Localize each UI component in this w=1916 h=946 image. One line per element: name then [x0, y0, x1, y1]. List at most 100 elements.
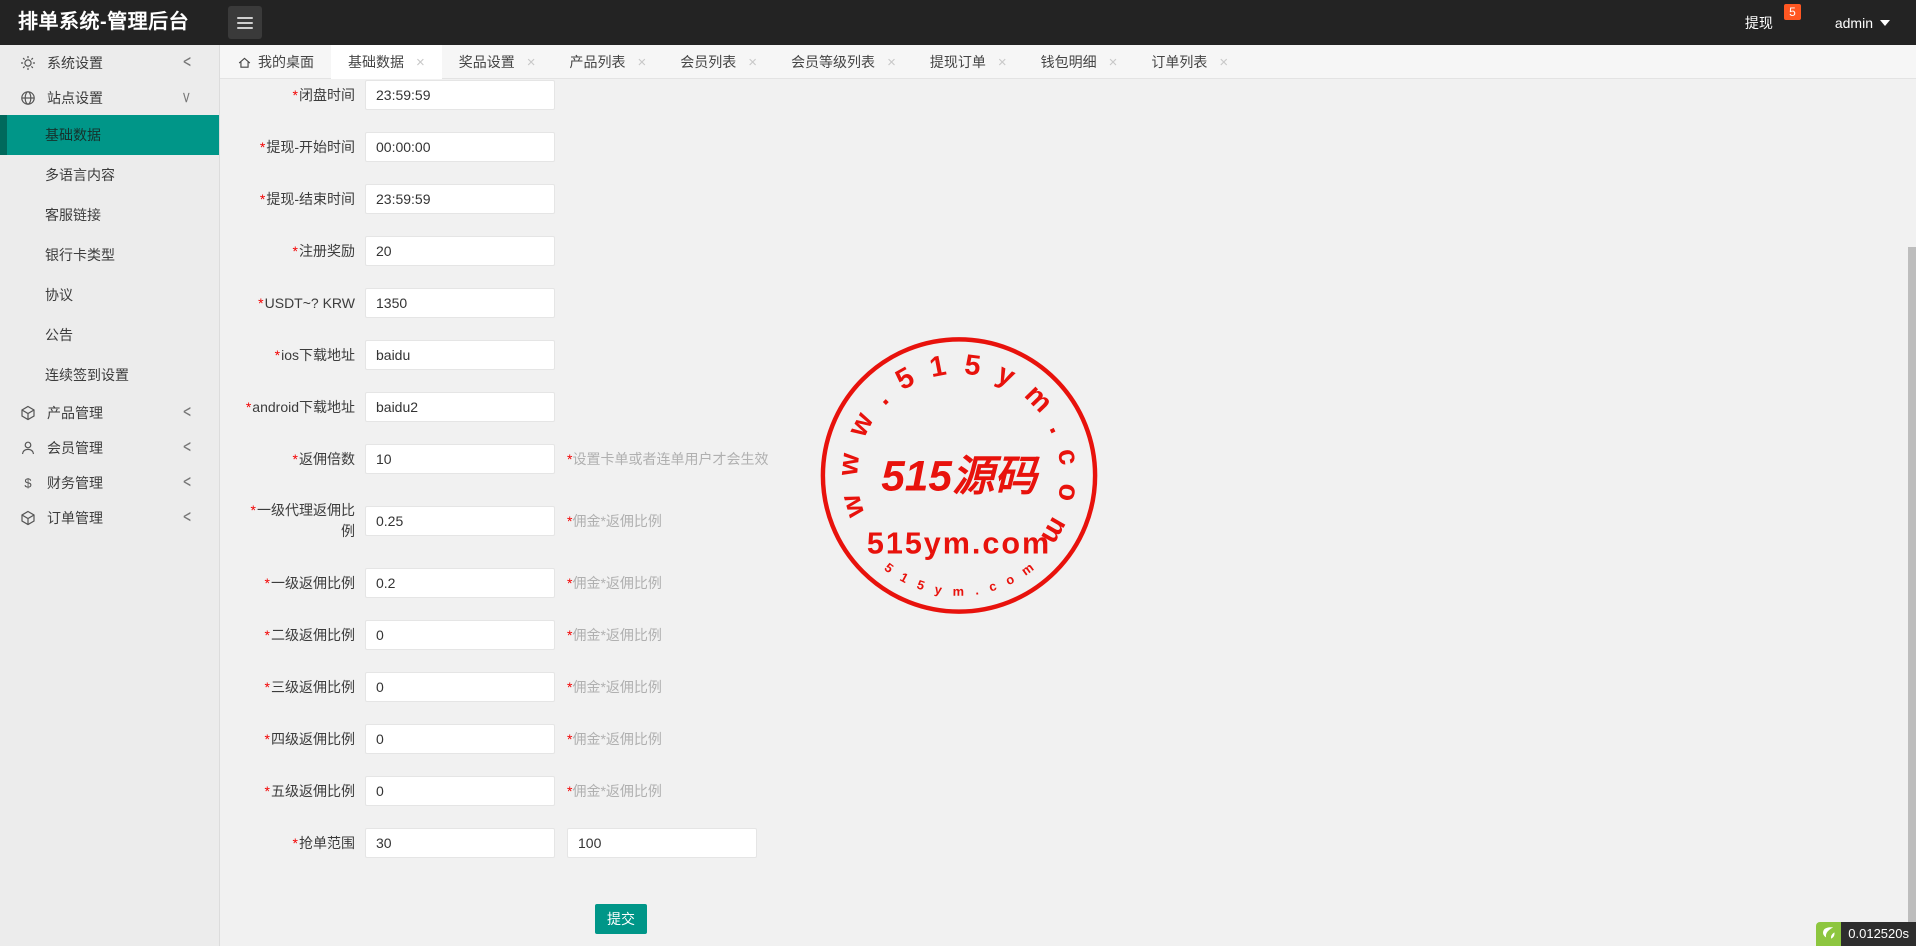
- required-asterisk: *: [265, 679, 270, 695]
- form-row: *一级代理返佣比例*佣金*返佣比例: [220, 496, 1916, 546]
- close-tab-icon[interactable]: ×: [416, 55, 425, 70]
- tab-my-desktop[interactable]: 我的桌面: [220, 45, 331, 79]
- home-icon: [237, 55, 252, 70]
- field-label: *一级代理返佣比例: [230, 500, 355, 542]
- close-tab-icon[interactable]: ×: [1109, 55, 1118, 70]
- close-tab-icon[interactable]: ×: [527, 55, 536, 70]
- text-input-9[interactable]: [365, 568, 555, 598]
- sidebar-subitem-signin-settings[interactable]: 连续签到设置: [0, 355, 219, 395]
- dollar-icon: $: [20, 475, 36, 491]
- gear-icon: [20, 55, 36, 71]
- required-asterisk: *: [293, 87, 298, 103]
- sidebar-subitem-service-link[interactable]: 客服链接: [0, 195, 219, 235]
- form-row: *三级返佣比例*佣金*返佣比例: [220, 672, 1916, 702]
- sidebar-item-system-settings[interactable]: 系统设置 <: [0, 45, 219, 80]
- text-input-6[interactable]: [365, 392, 555, 422]
- tab-member-list[interactable]: 会员列表×: [663, 45, 774, 79]
- field-label: *一级返佣比例: [230, 573, 355, 594]
- required-asterisk: *: [293, 835, 298, 851]
- form-row: *抢单范围: [220, 828, 1916, 858]
- sidebar-item-label: 订单管理: [47, 508, 103, 528]
- tab-product-list[interactable]: 产品列表×: [553, 45, 664, 79]
- chevron-left-icon: <: [183, 507, 191, 528]
- user-icon: [20, 440, 36, 456]
- sidebar-toggle-button[interactable]: [228, 6, 262, 39]
- hamburger-icon: [237, 17, 253, 19]
- tab-order-list[interactable]: 订单列表×: [1134, 45, 1245, 79]
- chevron-down-icon: <: [180, 92, 195, 103]
- withdraw-badge: 5: [1784, 4, 1801, 20]
- status-bar: 0.012520s: [1816, 922, 1916, 946]
- form-row: *提现-结束时间: [220, 184, 1916, 214]
- text-input-5[interactable]: [365, 340, 555, 370]
- sidebar-subitem-basic-data[interactable]: 基础数据: [0, 115, 219, 155]
- text-input-12[interactable]: [365, 724, 555, 754]
- text-input-14b[interactable]: [567, 828, 757, 858]
- sidebar-item-member-management[interactable]: 会员管理<: [0, 430, 219, 465]
- tab-label: 我的桌面: [258, 52, 314, 72]
- chevron-left-icon: <: [183, 402, 191, 423]
- form-row: *闭盘时间: [220, 80, 1916, 110]
- sidebar-subitem-announcement[interactable]: 公告: [0, 315, 219, 355]
- field-label: *闭盘时间: [230, 85, 355, 106]
- sidebar: 系统设置<站点设置<基础数据多语言内容客服链接银行卡类型协议公告连续签到设置产品…: [0, 45, 220, 946]
- text-input-0[interactable]: [365, 80, 555, 110]
- withdraw-label: 提现: [1745, 15, 1773, 31]
- header-right: 提现 5 admin: [1745, 0, 1890, 45]
- text-input-3[interactable]: [365, 236, 555, 266]
- text-input-14[interactable]: [365, 828, 555, 858]
- tab-member-level-list[interactable]: 会员等级列表×: [774, 45, 913, 79]
- tab-prize-settings[interactable]: 奖品设置×: [442, 45, 553, 79]
- sidebar-subitem-agreement[interactable]: 协议: [0, 275, 219, 315]
- form-row: *一级返佣比例*佣金*返佣比例: [220, 568, 1916, 598]
- sidebar-subitem-bank-card-type[interactable]: 银行卡类型: [0, 235, 219, 275]
- vertical-scrollbar[interactable]: [1908, 45, 1916, 946]
- scrollbar-thumb[interactable]: [1908, 247, 1916, 922]
- text-input-10[interactable]: [365, 620, 555, 650]
- required-asterisk: *: [265, 575, 270, 591]
- text-input-13[interactable]: [365, 776, 555, 806]
- tab-bar: 我的桌面基础数据×奖品设置×产品列表×会员列表×会员等级列表×提现订单×钱包明细…: [220, 45, 1916, 79]
- user-menu[interactable]: admin: [1835, 15, 1890, 31]
- text-input-4[interactable]: [365, 288, 555, 318]
- text-input-2[interactable]: [365, 184, 555, 214]
- close-tab-icon[interactable]: ×: [1219, 55, 1228, 70]
- form-row: *提现-开始时间: [220, 132, 1916, 162]
- sidebar-item-product-management[interactable]: 产品管理<: [0, 395, 219, 430]
- submenu-site-settings: 基础数据多语言内容客服链接银行卡类型协议公告连续签到设置: [0, 115, 219, 395]
- sidebar-item-finance-management[interactable]: $财务管理<: [0, 465, 219, 500]
- tab-wallet-detail[interactable]: 钱包明细 ×: [1024, 45, 1135, 79]
- chevron-left-icon: <: [183, 437, 191, 458]
- submit-button[interactable]: 提交: [595, 904, 647, 934]
- globe-icon: [20, 90, 36, 106]
- required-asterisk: *: [265, 731, 270, 747]
- load-time-label: 0.012520s: [1841, 922, 1916, 946]
- text-input-1[interactable]: [365, 132, 555, 162]
- field-hint: *佣金*返佣比例: [567, 781, 662, 801]
- close-tab-icon[interactable]: ×: [998, 55, 1007, 70]
- close-tab-icon[interactable]: ×: [887, 55, 896, 70]
- form-row: *四级返佣比例*佣金*返佣比例: [220, 724, 1916, 754]
- sidebar-subitem-multi-language[interactable]: 多语言内容: [0, 155, 219, 195]
- text-input-11[interactable]: [365, 672, 555, 702]
- required-asterisk: *: [293, 451, 298, 467]
- cube-icon: [20, 405, 36, 421]
- close-tab-icon[interactable]: ×: [638, 55, 647, 70]
- app-header: 排单系统-管理后台 提现 5 admin: [0, 0, 1916, 45]
- text-input-7[interactable]: [365, 444, 555, 474]
- field-label: *三级返佣比例: [230, 677, 355, 698]
- tab-label: 钱包明细: [1041, 52, 1097, 72]
- sidebar-item-label: 系统设置: [47, 53, 103, 73]
- field-label: *五级返佣比例: [230, 781, 355, 802]
- sidebar-item-order-management[interactable]: 订单管理 <: [0, 500, 219, 535]
- username: admin: [1835, 15, 1873, 31]
- close-tab-icon[interactable]: ×: [748, 55, 757, 70]
- tab-basic-data[interactable]: 基础数据×: [331, 45, 442, 79]
- required-asterisk: *: [246, 399, 251, 415]
- withdraw-link[interactable]: 提现 5: [1745, 13, 1797, 33]
- tab-withdraw-orders[interactable]: 提现订单×: [913, 45, 1024, 79]
- chevron-left-icon: <: [183, 52, 191, 73]
- sidebar-item-site-settings[interactable]: 站点设置<: [0, 80, 219, 115]
- text-input-8[interactable]: [365, 506, 555, 536]
- field-hint: *佣金*返佣比例: [567, 625, 662, 645]
